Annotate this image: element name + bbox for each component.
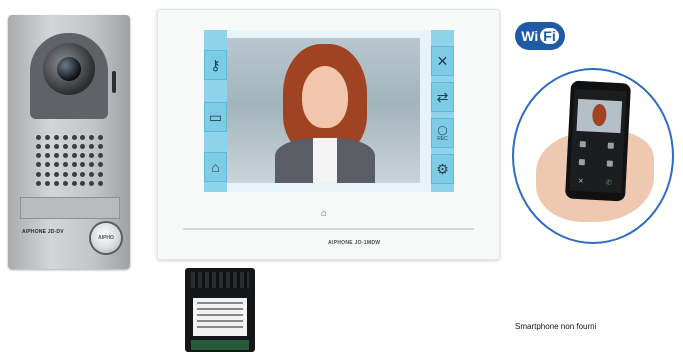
smartphone-video [576,98,623,134]
wifi-fi: Fi [540,28,559,44]
smartphone: ✕ ✆ [564,80,632,202]
settings-icon[interactable]: ⚙ [431,154,454,184]
call-button[interactable]: AIPHO [91,223,121,253]
garage-icon[interactable]: ⌂ [204,152,227,182]
phone-answer-icon: ✆ [605,179,612,187]
camera-lens-icon [57,57,81,81]
monitor-model: AIPHONE JO-1MDW [328,240,381,246]
door-station: AIPHONE JD-DV AIPHO [8,15,130,269]
call-button-label: AIPHO [98,235,114,241]
transfer-icon[interactable]: ⇄ [431,82,454,112]
phone-control-icon [578,159,586,166]
phone-close-icon: ✕ [577,178,584,186]
close-icon[interactable]: ✕ [431,46,454,76]
monitor-screen: ⚷ ▭ ⌂ ✕ ⇄ ◯ REC ⚙ [204,30,454,192]
home-icon[interactable]: ⌂ [321,208,327,219]
name-plate [20,197,120,219]
monitor-edge-line [183,228,474,230]
phone-control-icon [607,142,614,149]
smartphone-screen: ✕ ✆ [569,88,627,194]
phone-control-icon [606,160,613,167]
camera-housing [30,33,108,119]
video-monitor: ⚷ ▭ ⌂ ✕ ⇄ ◯ REC ⚙ ⌂ AIPHONE JO-1MDW [157,9,500,260]
left-button-column: ⚷ ▭ ⌂ [204,30,227,192]
camera-ring [43,43,95,95]
rec-label: REC [437,135,448,142]
power-supply-label [193,298,247,336]
gate-icon[interactable]: ▭ [204,102,227,132]
power-supply [185,268,255,352]
smartphone-visitor [591,103,607,127]
key-icon[interactable]: ⚷ [204,50,227,80]
visitor-shirt [313,138,337,183]
phone-control-icon [579,141,586,148]
rec-button[interactable]: ◯ REC [431,118,454,148]
visitor-face [302,66,348,128]
video-feed [227,38,420,183]
rec-circle-icon: ◯ [437,124,448,135]
wifi-badge: Wi Fi [515,22,565,50]
power-supply-fins [191,272,249,288]
wifi-wi: Wi [521,28,539,44]
right-button-column: ✕ ⇄ ◯ REC ⚙ [431,30,454,192]
speaker-grille [36,135,104,187]
smartphone-caption: Smartphone non fourni [515,322,597,331]
status-led [112,71,116,93]
door-station-brand: AIPHONE JD-DV [22,229,64,235]
smartphone-illustration: ✕ ✆ [512,68,674,244]
power-supply-terminals [191,340,249,350]
